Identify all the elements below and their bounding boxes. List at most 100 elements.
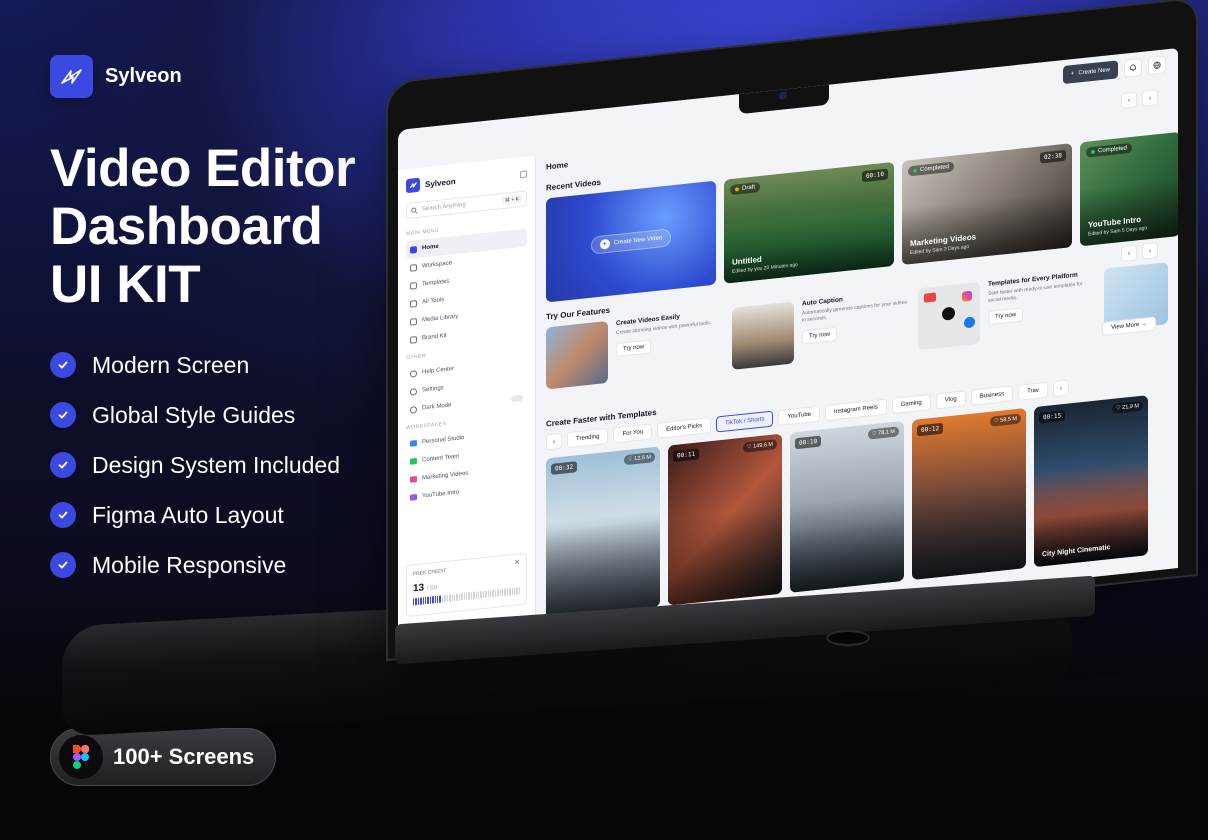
category-chip[interactable]: Editor's Picks: [657, 417, 711, 439]
workspace-label: Personal Studio: [422, 435, 465, 446]
credit-segment: [461, 593, 463, 601]
dark-mode-toggle[interactable]: [511, 394, 523, 403]
credit-segment: [444, 594, 446, 603]
sidebar-item-label: Media Library: [422, 313, 459, 324]
check-icon: [50, 502, 76, 528]
workspace-label: YouTube Intro: [422, 489, 460, 500]
chevron-right-icon[interactable]: ›: [1142, 242, 1158, 260]
status-dot: [735, 187, 739, 192]
credit-segment: [473, 591, 475, 600]
category-chip[interactable]: Gaming: [891, 394, 931, 415]
brand-name: Sylveon: [105, 65, 182, 87]
credit-segment: [480, 591, 482, 599]
workspace-icon: [410, 263, 417, 272]
view-more-label: View More: [1111, 322, 1140, 332]
template-card[interactable]: 00:11 ♡ 149,6 M: [668, 433, 782, 606]
create-new-button[interactable]: + Create New: [1062, 60, 1118, 85]
plus-icon: +: [599, 238, 610, 250]
topbar: + Create New: [1062, 55, 1166, 85]
try-now-button[interactable]: Try now: [988, 307, 1024, 325]
credit-segment: [487, 590, 489, 598]
status-dot: [913, 168, 917, 173]
credit-segment: [446, 594, 449, 602]
category-chip[interactable]: Instagram Reels: [825, 398, 887, 422]
try-now-button[interactable]: Try now: [802, 326, 838, 345]
video-card[interactable]: Completed YouTube Intro Edited by Sam 5 D…: [1080, 131, 1178, 247]
folder-icon: [410, 476, 417, 483]
template-card[interactable]: 00:32 ♡ 12,5 M: [546, 446, 660, 619]
chevron-right-icon[interactable]: ›: [1142, 89, 1158, 107]
credit-segment: [504, 588, 506, 596]
likes-count: 149,6 M: [753, 441, 773, 450]
feature-label: Design System Included: [92, 451, 341, 478]
sidebar: Sylveon Search Anything ⌘ + K MAIN MENU …: [398, 155, 536, 651]
workspace-label: Content Team: [422, 453, 460, 464]
video-card[interactable]: Completed 02:38 Marketing Videos Edited b…: [902, 143, 1072, 266]
template-card[interactable]: 00:12 ♡ 58,5 M: [912, 407, 1026, 580]
credit-segment: [497, 589, 499, 597]
facebook-icon: [964, 316, 975, 329]
credit-segment: [453, 593, 456, 602]
feature-thumbnail: [732, 301, 794, 370]
chevron-right-icon[interactable]: ›: [1052, 379, 1069, 398]
credit-segment: [422, 597, 425, 605]
features-nav: ‹ ›: [1121, 242, 1158, 263]
credit-segment: [494, 589, 497, 597]
folder-icon: [410, 440, 417, 447]
chevron-left-icon[interactable]: ‹: [1121, 91, 1137, 110]
try-now-button[interactable]: Try now: [616, 339, 652, 358]
feature-item: Design System Included: [50, 440, 340, 490]
credit-segment: [441, 595, 444, 603]
search-input[interactable]: Search Anything ⌘ + K: [406, 190, 527, 220]
category-chip[interactable]: YouTube: [778, 405, 821, 427]
template-card[interactable]: 00:15 ♡ 21,9 M City Night Cinematic: [1034, 395, 1148, 568]
template-card[interactable]: 00:10 ♡ 78,1 M: [790, 420, 904, 593]
moon-icon: [410, 405, 417, 414]
chevron-left-icon[interactable]: ‹: [1121, 244, 1137, 263]
instagram-icon: [962, 290, 972, 302]
laptop-camera-icon: [826, 630, 870, 646]
hero-title-line-3: UI KIT: [50, 255, 201, 314]
create-new-video-card[interactable]: + Create New Video: [546, 180, 716, 303]
close-icon[interactable]: ✕: [514, 558, 520, 567]
globe-icon[interactable]: [1148, 55, 1166, 76]
credit-segment: [509, 588, 511, 596]
credit-segment: [437, 595, 439, 603]
credit-segment: [420, 597, 422, 605]
bell-icon[interactable]: [1124, 57, 1142, 78]
likes-count: 21,9 M: [1122, 403, 1139, 411]
social-platforms-thumbnail: [918, 281, 980, 351]
feature-card: Auto Caption Automatically generate capti…: [732, 289, 908, 389]
sidebar-item-label: Templates: [422, 278, 450, 288]
feature-label: Mobile Responsive: [92, 551, 287, 578]
credit-segment: [432, 596, 434, 604]
category-chip[interactable]: Trav: [1018, 381, 1048, 401]
main-content: + Create New Home ‹ › Recent Videos + Crea…: [536, 55, 1178, 635]
video-card[interactable]: Draft 00:10 Untitled Edited by you 20 Min…: [724, 161, 894, 284]
credit-segment: [468, 592, 470, 600]
category-chip[interactable]: Vlog: [935, 390, 966, 410]
screens-badge-label: 100+ Screens: [113, 744, 255, 769]
sidebar-item-label: Workspace: [422, 260, 452, 270]
gear-icon: [410, 387, 417, 396]
credit-segment: [456, 593, 458, 601]
sidebar-item-label: Dark Mode: [422, 402, 452, 412]
sidebar-collapse-icon[interactable]: [520, 169, 527, 178]
chevron-left-icon[interactable]: ‹: [546, 432, 562, 451]
feature-label: Global Style Guides: [92, 401, 296, 428]
folder-icon: [410, 458, 417, 465]
status-label: Draft: [742, 184, 756, 192]
tools-icon: [410, 299, 417, 308]
category-chip[interactable]: Business: [970, 385, 1014, 406]
category-chip[interactable]: Trending: [567, 427, 609, 449]
tiktok-icon: [942, 306, 955, 321]
figma-icon: [59, 735, 103, 779]
credit-segment: [465, 592, 468, 600]
credit-segment: [514, 587, 516, 595]
laptop-screen: Sylveon Search Anything ⌘ + K MAIN MENU …: [398, 48, 1178, 651]
search-shortcut: ⌘ + K: [501, 194, 522, 206]
category-chip[interactable]: For You: [613, 423, 653, 444]
category-chip[interactable]: TikTok / Shorts: [715, 410, 774, 433]
status-label: Completed: [920, 164, 950, 174]
create-new-video-button[interactable]: + Create New Video: [590, 228, 672, 255]
